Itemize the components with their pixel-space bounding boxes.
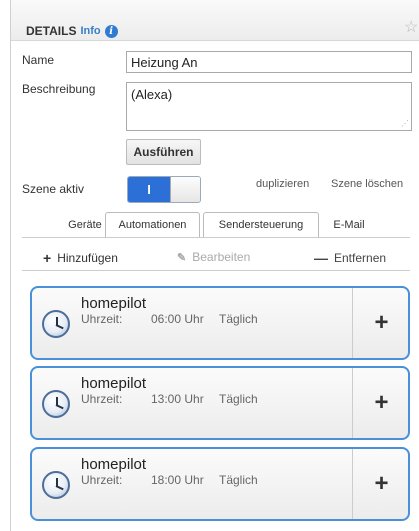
panel-subtitle: Info [80, 25, 101, 37]
delete-scene-link[interactable]: Szene löschen [331, 178, 403, 190]
time-label: Uhrzeit: [81, 473, 123, 487]
time-value: 18:00 Uhr [151, 473, 204, 487]
minus-icon: — [314, 250, 328, 266]
scene-active-toggle[interactable]: I [127, 176, 201, 203]
star-icon[interactable]: ☆ [404, 17, 418, 37]
toggle-on-indicator: I [128, 177, 170, 202]
repeat-value: Täglich [219, 473, 258, 487]
card-add-button[interactable]: + [353, 449, 408, 519]
tab-sender-control[interactable]: Sendersteuerung [203, 212, 319, 237]
edit-button[interactable]: ✎ Bearbeiten [177, 250, 250, 264]
time-value: 13:00 Uhr [151, 392, 204, 406]
plus-icon: + [43, 250, 52, 266]
time-label: Uhrzeit: [81, 312, 123, 326]
tab-email[interactable]: E-Mail [325, 212, 373, 237]
card-add-button[interactable]: + [353, 368, 408, 438]
edit-button-label: Bearbeiten [192, 250, 251, 264]
add-button[interactable]: + Hinzufügen [43, 250, 118, 266]
run-button[interactable]: Ausführen [126, 139, 201, 165]
automation-name: homepilot [81, 295, 147, 312]
time-label: Uhrzeit: [81, 392, 123, 406]
duplicate-link[interactable]: duplizieren [256, 178, 309, 190]
panel-title: DETAILS Info i [26, 24, 118, 38]
clock-icon [42, 390, 70, 418]
name-label: Name [22, 53, 55, 67]
repeat-value: Täglich [219, 312, 258, 326]
automation-card[interactable]: homepilot Uhrzeit: 13:00 Uhr Täglich + [30, 366, 410, 440]
tab-devices[interactable]: Geräte [60, 212, 110, 237]
toolbar-divider [22, 270, 410, 271]
automation-name: homepilot [81, 456, 147, 473]
add-button-label: Hinzufügen [57, 251, 118, 265]
info-icon[interactable]: i [104, 24, 118, 38]
toggle-off-area [170, 177, 200, 202]
panel-left-border [10, 0, 11, 531]
description-label: Beschreibung [22, 82, 96, 96]
description-text: (Alexa) [131, 87, 173, 102]
automation-card[interactable]: homepilot Uhrzeit: 18:00 Uhr Täglich + [30, 447, 410, 521]
tab-underline [22, 237, 410, 238]
clock-icon [42, 471, 70, 499]
pencil-icon: ✎ [177, 251, 187, 264]
details-panel: DETAILS Info i ☆ Name Heizung An Beschre… [0, 0, 419, 531]
tab-bar: Geräte Automationen Sendersteuerung E-Ma… [22, 212, 410, 237]
automation-card[interactable]: homepilot Uhrzeit: 06:00 Uhr Täglich + [30, 286, 410, 360]
remove-button-label: Entfernen [334, 251, 387, 265]
time-value: 06:00 Uhr [151, 312, 204, 326]
scene-active-label: Szene aktiv [22, 182, 85, 196]
tab-automations[interactable]: Automationen [105, 212, 200, 237]
repeat-value: Täglich [219, 392, 258, 406]
name-input[interactable]: Heizung An [126, 51, 412, 73]
description-textarea[interactable]: (Alexa) ⋰ [126, 82, 412, 131]
panel-title-text: DETAILS [26, 24, 77, 38]
card-add-button[interactable]: + [353, 288, 408, 358]
resize-handle-icon[interactable]: ⋰ [401, 119, 409, 128]
remove-button[interactable]: — Entfernen [314, 250, 386, 266]
automation-name: homepilot [81, 375, 147, 392]
clock-icon [42, 310, 70, 338]
